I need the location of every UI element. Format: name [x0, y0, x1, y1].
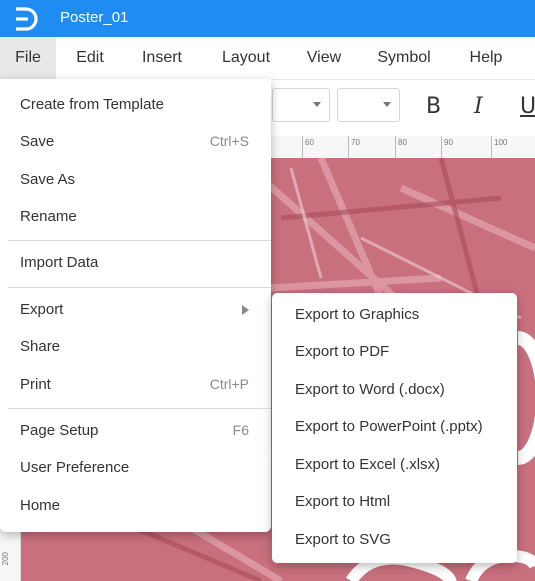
underline-button[interactable]: U — [520, 94, 535, 119]
ruler-label: 90 — [441, 136, 487, 158]
shortcut-label: F6 — [232, 422, 249, 438]
menu-layout[interactable]: Layout — [212, 37, 280, 79]
menu-bar: File Edit Insert Layout View Symbol Help — [0, 37, 535, 80]
ruler-label: 70 — [348, 136, 394, 158]
ruler-label: 200 — [1, 552, 10, 566]
chevron-right-icon — [242, 305, 249, 315]
font-family-select[interactable] — [272, 88, 330, 122]
menu-item-label: Export to PowerPoint (.pptx) — [295, 418, 483, 435]
menu-item-label: Home — [20, 497, 61, 514]
file-menu: Create from Template Save Ctrl+S Save As … — [0, 79, 271, 532]
export-to-svg[interactable]: Export to SVG — [272, 524, 517, 558]
menu-divider — [8, 408, 271, 409]
menu-item-label: User Preference — [20, 459, 130, 476]
menu-item-import-data[interactable]: Import Data — [0, 246, 271, 280]
menu-item-label: Create from Template — [20, 96, 164, 113]
menu-item-home[interactable]: Home — [0, 489, 271, 523]
menu-item-page-setup[interactable]: Page Setup F6 — [0, 414, 271, 448]
menu-item-label: Export to Html — [295, 493, 391, 510]
menu-item-label: Share — [20, 338, 61, 355]
menu-item-label: Export — [20, 301, 64, 318]
menu-edit[interactable]: Edit — [62, 37, 118, 79]
export-to-graphics[interactable]: Export to Graphics — [272, 299, 517, 333]
chevron-down-icon — [383, 102, 391, 107]
shortcut-label: Ctrl+P — [209, 376, 249, 392]
export-to-pdf[interactable]: Export to PDF — [272, 336, 517, 370]
ruler-label: 80 — [395, 136, 441, 158]
menu-item-label: Export to Word (.docx) — [295, 381, 445, 398]
chevron-down-icon — [313, 102, 321, 107]
menu-divider — [8, 240, 271, 241]
export-to-word[interactable]: Export to Word (.docx) — [272, 374, 517, 408]
menu-item-label: Export to SVG — [295, 531, 391, 548]
menu-file[interactable]: File — [0, 37, 56, 79]
bold-button[interactable]: B — [426, 94, 441, 119]
menu-help[interactable]: Help — [460, 37, 512, 79]
title-bar: Poster_01 — [0, 0, 535, 37]
ruler-label: 100 — [491, 136, 535, 158]
menu-item-label: Page Setup — [20, 422, 99, 439]
menu-item-label: Export to Graphics — [295, 306, 420, 323]
menu-insert[interactable]: Insert — [130, 37, 194, 79]
menu-item-export[interactable]: Export — [0, 293, 271, 327]
menu-item-label: Print — [20, 376, 51, 393]
menu-item-save[interactable]: Save Ctrl+S — [0, 125, 271, 159]
menu-item-share[interactable]: Share — [0, 330, 271, 364]
export-to-excel[interactable]: Export to Excel (.xlsx) — [272, 449, 517, 483]
menu-item-save-as[interactable]: Save As — [0, 163, 271, 197]
menu-divider — [8, 287, 271, 288]
export-submenu: Export to Graphics Export to PDF Export … — [272, 293, 517, 563]
app-logo-icon[interactable] — [12, 6, 40, 32]
menu-symbol[interactable]: Symbol — [368, 37, 440, 79]
menu-item-label: Export to Excel (.xlsx) — [295, 456, 441, 473]
italic-button[interactable]: I — [474, 94, 483, 119]
menu-item-print[interactable]: Print Ctrl+P — [0, 368, 271, 402]
document-title: Poster_01 — [60, 9, 129, 26]
font-size-select[interactable] — [337, 88, 400, 122]
menu-item-label: Save — [20, 133, 55, 150]
menu-item-label: Rename — [20, 208, 77, 225]
export-to-powerpoint[interactable]: Export to PowerPoint (.pptx) — [272, 411, 517, 445]
ruler-label: 60 — [302, 136, 348, 158]
menu-item-user-preference[interactable]: User Preference — [0, 451, 271, 485]
menu-item-rename[interactable]: Rename — [0, 200, 271, 234]
menu-item-create-from-template[interactable]: Create from Template — [0, 88, 271, 122]
menu-item-label: Save As — [20, 171, 76, 188]
menu-item-label: Export to PDF — [295, 343, 390, 360]
menu-item-label: Import Data — [20, 254, 99, 271]
shortcut-label: Ctrl+S — [209, 133, 249, 149]
export-to-html[interactable]: Export to Html — [272, 486, 517, 520]
menu-view[interactable]: View — [298, 37, 350, 79]
